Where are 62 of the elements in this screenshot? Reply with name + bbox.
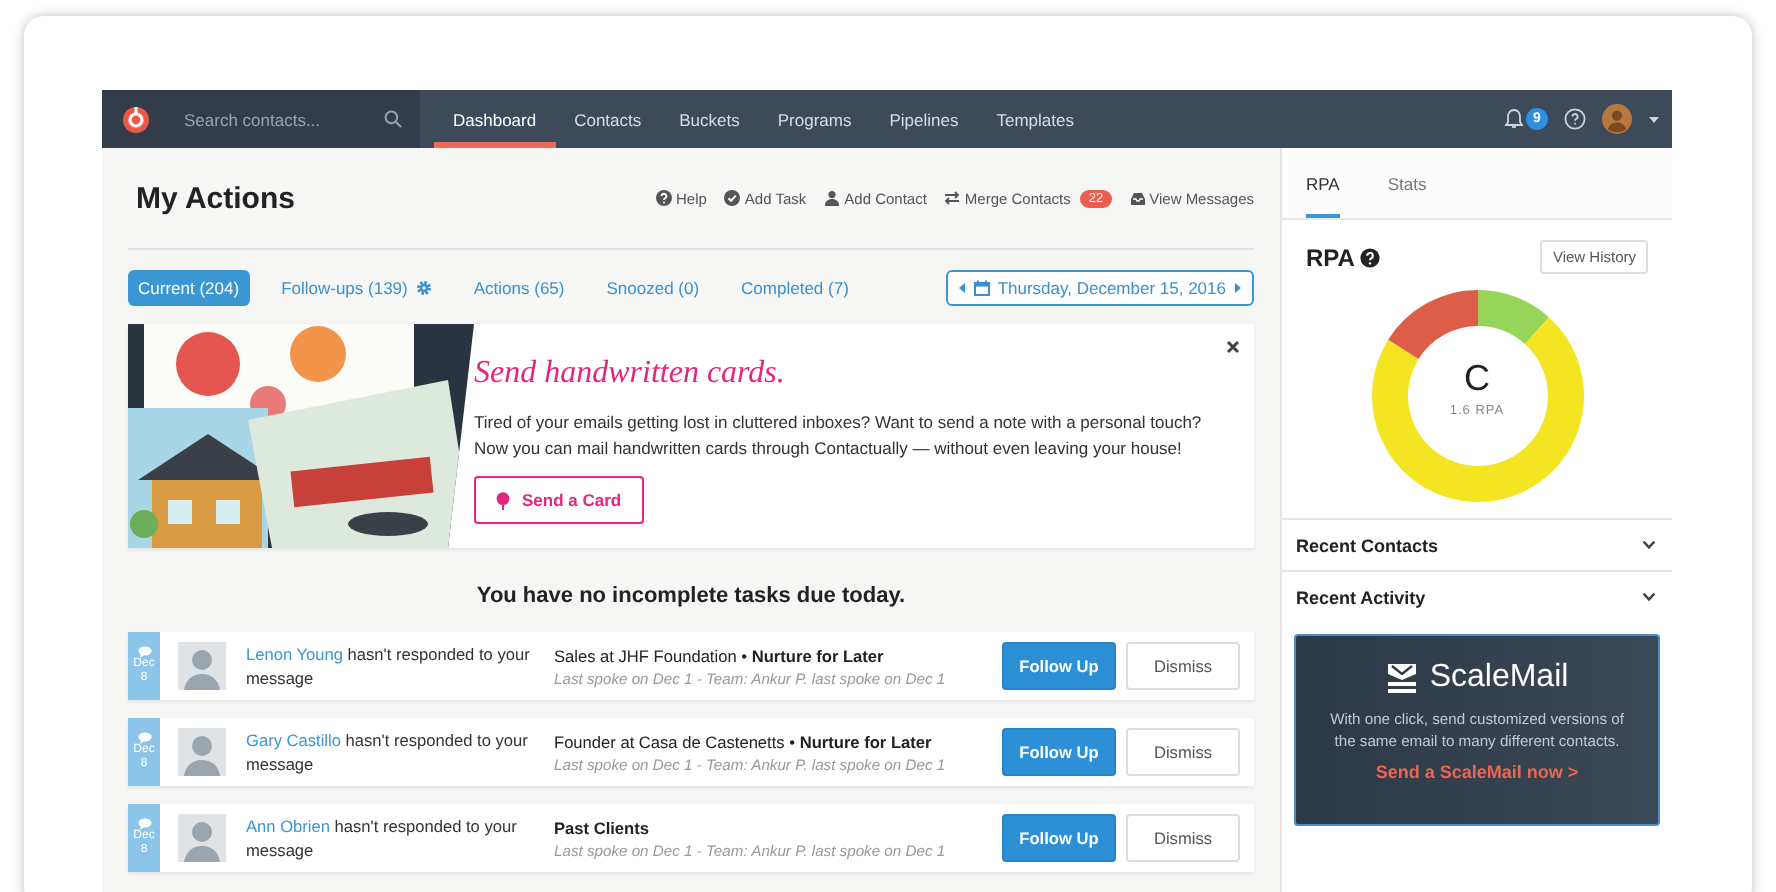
date-picker[interactable]: Thursday, December 15, 2016 <box>945 270 1254 306</box>
dismiss-button[interactable]: Dismiss <box>1126 642 1240 690</box>
dismiss-button[interactable]: Dismiss <box>1126 728 1240 776</box>
inbox-icon <box>1129 190 1146 206</box>
sidebar-tab[interactable]: RPA <box>1306 148 1340 218</box>
calendar-icon <box>973 280 990 296</box>
help-icon[interactable] <box>1564 108 1586 130</box>
dismiss-button[interactable]: Dismiss <box>1126 814 1240 862</box>
banner-heading: Send handwritten cards. <box>474 356 787 392</box>
user-icon <box>824 190 841 206</box>
nav-tab[interactable]: Templates <box>977 90 1093 148</box>
follow-up-button[interactable]: Follow Up <box>1002 642 1116 690</box>
task-headline: Past Clients <box>554 817 651 837</box>
banner-text: Tired of your emails getting lost in cluttered inboxes? Want to send a note with a personal touch? Now you can mail handwritten cards through Contactually — without even leaving your house! <box>474 410 1204 463</box>
task-message: Ann Obrien hasn't responded to your message <box>246 813 519 863</box>
page-title: My Actions <box>136 181 295 215</box>
nav-tab[interactable]: Buckets <box>660 90 759 148</box>
task-headline: Sales at JHF Foundation • Nurture for Later <box>554 645 886 665</box>
sidebar-tab[interactable]: Stats <box>1387 148 1427 218</box>
filter-tab[interactable]: Completed (7) <box>731 270 859 306</box>
previous-arrow-icon[interactable] <box>957 282 966 294</box>
avatar <box>178 728 226 776</box>
promo-title: ScaleMail <box>1429 660 1569 696</box>
gear-icon[interactable] <box>415 280 432 296</box>
task-headline: Founder at Casa de Castenetts • Nurture for Later <box>554 731 934 751</box>
close-icon[interactable] <box>1226 340 1240 354</box>
caret-icon[interactable] <box>1648 115 1660 123</box>
collapsible-section[interactable]: Recent Activity <box>1282 570 1672 622</box>
task-message: Lenon Young hasn't responded to your message <box>246 641 532 691</box>
nav-tab[interactable]: Programs <box>758 90 871 148</box>
next-arrow-icon[interactable] <box>1234 282 1242 294</box>
follow-up-button[interactable]: Follow Up <box>1002 814 1116 862</box>
help-icon[interactable] <box>1360 247 1381 267</box>
bell-icon[interactable] <box>1504 108 1524 130</box>
logo-icon[interactable] <box>121 105 149 133</box>
follow-up-button[interactable]: Follow Up <box>1002 728 1116 776</box>
search-field[interactable]: Search contacts... <box>168 90 420 148</box>
collapsible-section[interactable]: Recent Contacts <box>1282 518 1672 570</box>
check-circle-icon <box>724 190 741 206</box>
filter-tab[interactable]: Follow-ups (139) <box>271 270 442 306</box>
avatar[interactable] <box>1602 104 1632 134</box>
contact-link[interactable]: Ann Obrien <box>246 815 330 836</box>
task-message: Gary Castillo hasn't responded to your message <box>246 727 530 777</box>
nav-tab[interactable]: Contacts <box>555 90 661 148</box>
rpa-grade: C <box>1464 358 1490 400</box>
swap-arrows-icon <box>944 190 961 206</box>
chevron-icon[interactable] <box>1642 540 1656 550</box>
chat-bubble-icon <box>137 817 151 830</box>
search-icon[interactable] <box>384 110 402 128</box>
help-icon <box>655 190 672 206</box>
send-card-button[interactable]: Send a Card <box>474 476 644 525</box>
chat-bubble-icon <box>137 645 151 658</box>
rpa-title: RPA <box>1306 243 1355 271</box>
avatar <box>178 814 226 862</box>
empty-state-message: You have no incomplete tasks due today. <box>474 584 908 608</box>
contact-link[interactable]: Gary Castillo <box>246 729 341 750</box>
envelope-stack-icon <box>1385 662 1418 694</box>
chat-bubble-icon <box>137 731 151 744</box>
balloon-icon <box>496 491 510 510</box>
nav-tab[interactable]: Pipelines <box>870 90 978 148</box>
chevron-icon[interactable] <box>1642 592 1656 602</box>
avatar <box>178 642 226 690</box>
